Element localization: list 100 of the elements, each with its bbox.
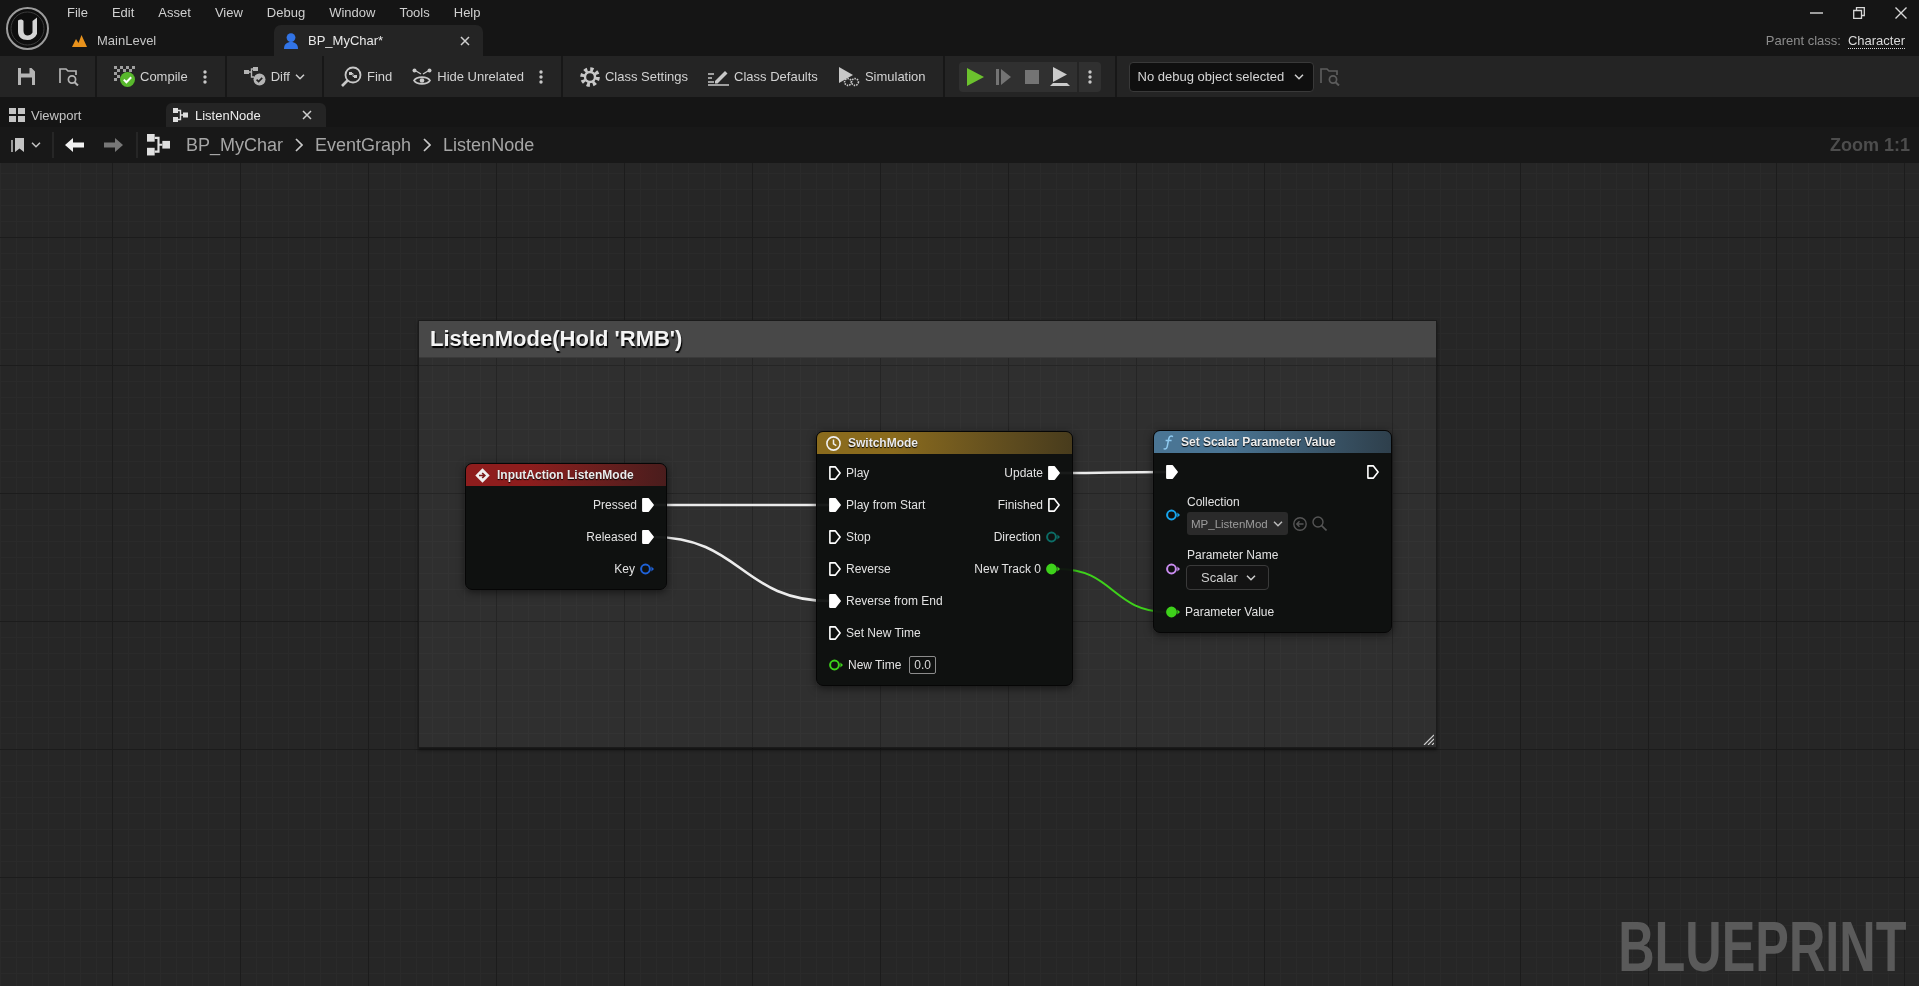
exec-pin-icon[interactable] xyxy=(642,530,654,544)
find-button[interactable]: Find xyxy=(333,61,400,92)
class-settings-button[interactable]: Class Settings xyxy=(572,61,696,92)
pin-label: Finished xyxy=(997,498,1043,512)
exec-pin-icon[interactable] xyxy=(829,466,841,480)
parent-class-label: Parent class: xyxy=(1765,33,1841,48)
exec-pin-icon[interactable] xyxy=(829,626,841,640)
play-icon[interactable] xyxy=(967,67,985,86)
number-field[interactable]: 0.0 xyxy=(909,656,937,674)
debug-object-dropdown[interactable]: No debug object selected xyxy=(1128,61,1315,92)
caret-icon xyxy=(1245,574,1256,581)
document-tab[interactable]: BP_MyChar* xyxy=(274,25,483,56)
resize-grip-icon[interactable] xyxy=(1423,734,1434,745)
peaks-icon xyxy=(72,34,87,47)
pin-label: Update xyxy=(1004,466,1043,480)
exec-pin-icon[interactable] xyxy=(1048,466,1060,480)
caret-icon xyxy=(1272,520,1283,527)
menu-item[interactable]: Help xyxy=(441,0,493,25)
bookmark-icon xyxy=(11,137,26,153)
chevron-icon xyxy=(423,138,432,152)
node-title: SwitchMode xyxy=(848,436,918,450)
breadcrumb-item[interactable]: ListenNode xyxy=(443,134,535,156)
menu-item[interactable]: Asset xyxy=(146,0,203,25)
breadcrumb-item[interactable]: EventGraph xyxy=(315,134,412,156)
compile-button[interactable]: Compile xyxy=(107,61,195,92)
graph-icon xyxy=(173,108,188,122)
pin-label: Key xyxy=(614,562,635,576)
pin-label: New Time xyxy=(848,658,902,672)
data-pin-icon[interactable] xyxy=(1166,508,1180,521)
pin-label: Direction xyxy=(993,530,1041,544)
editor-tab[interactable]: Viewport xyxy=(0,103,163,127)
exec-pin-icon[interactable] xyxy=(829,498,841,512)
chevron-icon xyxy=(295,138,304,152)
exec-pin-icon[interactable] xyxy=(1367,465,1379,479)
hide-unrelated-button[interactable]: Hide Unrelated xyxy=(405,61,531,92)
breadcrumb-item[interactable]: BP_MyChar xyxy=(186,134,284,156)
simulation-button[interactable]: Simulation xyxy=(830,61,933,92)
play-gear-icon xyxy=(837,66,860,87)
data-pin-icon[interactable] xyxy=(829,659,843,671)
document-tab[interactable]: MainLevel xyxy=(62,25,271,56)
back-arrow-icon[interactable] xyxy=(65,138,84,152)
menu-item[interactable]: Tools xyxy=(387,0,442,25)
pin-label: Parameter Name xyxy=(1187,547,1279,563)
exec-pin-icon[interactable] xyxy=(1166,465,1178,479)
menu-item[interactable]: Debug xyxy=(254,0,318,25)
menu-item[interactable]: Edit xyxy=(99,0,147,25)
exec-pin-icon[interactable] xyxy=(829,530,841,544)
graph-node[interactable]: SwitchMode Play Play from Start Stop Reverse Reverse from End Set New Time New Time 0.0 Update Finished Direction New Track 0 xyxy=(816,431,1073,686)
graph-node[interactable]: InputAction ListenMode Pressed Released Key xyxy=(465,463,667,590)
exec-pin-icon[interactable] xyxy=(829,594,841,608)
exec-pin-icon[interactable] xyxy=(642,498,654,512)
person-icon xyxy=(284,32,298,49)
restore-icon[interactable] xyxy=(1853,6,1865,19)
diff-button[interactable]: Diff xyxy=(236,61,312,92)
search-icon[interactable] xyxy=(1311,516,1327,531)
asset-dropdown[interactable]: MP_ListenMod xyxy=(1187,512,1288,535)
clock-icon xyxy=(826,435,841,451)
save-icon[interactable] xyxy=(17,67,36,86)
menu-item[interactable]: View xyxy=(202,0,255,25)
data-pin-icon[interactable] xyxy=(1166,562,1180,575)
graph-node[interactable]: Set Scalar Parameter Value Collection MP_ListenMod Parameter Name Scalar Parameter Value xyxy=(1153,430,1392,633)
arrow-circle-icon[interactable] xyxy=(1292,516,1307,531)
more-options-icon[interactable] xyxy=(538,69,543,84)
pin-label: Pressed xyxy=(592,498,637,512)
data-pin-icon[interactable] xyxy=(1046,563,1060,575)
parent-class-link[interactable]: Character xyxy=(1847,32,1905,49)
caret-icon xyxy=(294,73,305,80)
close-icon[interactable] xyxy=(460,35,470,46)
play-bar-icon[interactable] xyxy=(1049,67,1070,86)
editor-tab[interactable]: ListenNode xyxy=(166,103,326,127)
pin-label: Reverse from End xyxy=(846,594,943,608)
pin-label: Stop xyxy=(846,530,871,544)
grid-icon xyxy=(9,108,25,122)
pin-label: Play from Start xyxy=(846,498,926,512)
class-defaults-button[interactable]: Class Defaults xyxy=(701,61,825,92)
exec-pin-icon[interactable] xyxy=(1048,498,1060,512)
more-options-icon[interactable] xyxy=(202,69,207,84)
name-dropdown[interactable]: Scalar xyxy=(1186,565,1269,590)
minimize-icon[interactable] xyxy=(1810,11,1823,14)
menu-item[interactable]: File xyxy=(55,0,100,25)
node-title: Set Scalar Parameter Value xyxy=(1181,435,1336,449)
pin-label: Parameter Value xyxy=(1185,605,1275,619)
caret-icon xyxy=(1294,73,1305,80)
node-title: InputAction ListenMode xyxy=(497,468,634,482)
gear-icon xyxy=(579,66,600,87)
pin-label: Set New Time xyxy=(846,626,921,640)
pin-label: Released xyxy=(586,530,637,544)
menu-item[interactable]: Window xyxy=(317,0,388,25)
comment-title: ListenMode(Hold 'RMB') xyxy=(430,326,683,352)
folder-search-icon[interactable] xyxy=(59,67,79,86)
close-icon[interactable] xyxy=(1895,6,1907,19)
data-pin-icon[interactable] xyxy=(1166,606,1180,618)
forward-arrow-icon[interactable] xyxy=(104,138,123,152)
caret-icon xyxy=(31,142,41,148)
check-circle-icon xyxy=(114,66,135,87)
bookmark-button[interactable] xyxy=(11,137,41,153)
close-icon[interactable] xyxy=(302,110,312,120)
exec-pin-icon[interactable] xyxy=(829,562,841,576)
pin-label: Reverse xyxy=(846,562,891,576)
more-options-icon[interactable] xyxy=(1087,69,1092,84)
